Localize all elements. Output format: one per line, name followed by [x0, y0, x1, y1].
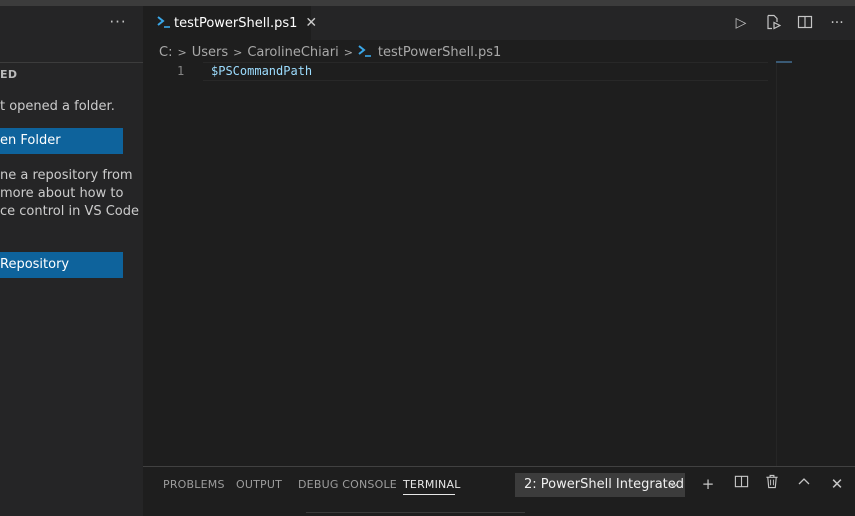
- tab-debug-console[interactable]: DEBUG CONSOLE: [298, 478, 397, 491]
- breadcrumb-file[interactable]: testPowerShell.ps1: [378, 45, 501, 60]
- tab-label: testPowerShell.ps1: [174, 15, 298, 31]
- tab-terminal[interactable]: TERMINAL: [403, 478, 461, 491]
- powershell-icon: [358, 44, 374, 60]
- run-selection-icon[interactable]: [763, 14, 783, 32]
- sidebar-more-actions-icon[interactable]: ···: [108, 13, 128, 31]
- clone-repository-button[interactable]: Repository: [0, 252, 123, 278]
- no-folder-message: t opened a folder.: [0, 99, 115, 114]
- terminal-selector-value: 2: PowerShell Integrated Console: [524, 477, 685, 492]
- minimap-slider[interactable]: [776, 61, 792, 63]
- terminal-area[interactable]: [306, 512, 525, 516]
- bottom-panel: PROBLEMS OUTPUT DEBUG CONSOLE TERMINAL 2…: [143, 466, 855, 516]
- breadcrumb-users[interactable]: Users: [192, 45, 228, 60]
- maximize-panel-icon[interactable]: [794, 474, 814, 494]
- split-terminal-icon[interactable]: [731, 474, 751, 494]
- close-panel-icon[interactable]: ✕: [827, 474, 847, 494]
- terminal-selector[interactable]: 2: PowerShell Integrated Console: [515, 473, 685, 497]
- breadcrumb-separator-icon: >: [177, 45, 187, 59]
- run-icon[interactable]: ▷: [731, 14, 751, 32]
- open-folder-button[interactable]: en Folder: [0, 128, 123, 154]
- more-actions-icon[interactable]: ···: [827, 14, 847, 32]
- code-line[interactable]: $PSCommandPath: [211, 64, 312, 78]
- explorer-sidebar: ··· ED t opened a folder. en Folder ne a…: [0, 6, 143, 516]
- active-tab-underline: [403, 494, 455, 495]
- clone-message-line-3: ce control in VS Code: [0, 204, 140, 219]
- trash-icon[interactable]: [762, 474, 782, 494]
- code-editor[interactable]: 1 $PSCommandPath: [143, 61, 855, 466]
- minimap[interactable]: [776, 62, 777, 466]
- clone-message-line-1: ne a repository from: [0, 168, 133, 183]
- tab-output[interactable]: OUTPUT: [236, 478, 282, 491]
- breadcrumb: C: > Users > CarolineChiari > testPowerS…: [159, 42, 501, 62]
- close-tab-icon[interactable]: ✕: [305, 15, 317, 31]
- breadcrumb-drive[interactable]: C:: [159, 45, 172, 60]
- powershell-icon: [157, 15, 171, 31]
- chevron-down-icon: [669, 473, 679, 497]
- new-terminal-icon[interactable]: +: [698, 474, 718, 494]
- breadcrumb-user-folder[interactable]: CarolineChiari: [247, 45, 338, 60]
- breadcrumb-separator-icon: >: [343, 45, 353, 59]
- editor-tab-bar: testPowerShell.ps1 ✕ ▷ ···: [143, 6, 855, 40]
- sidebar-divider: [0, 62, 143, 63]
- sidebar-section-header[interactable]: ED: [0, 68, 17, 81]
- clone-message-line-2[interactable]: more about how to: [0, 185, 123, 203]
- tab-testpowershell[interactable]: testPowerShell.ps1 ✕: [143, 6, 317, 40]
- breadcrumb-separator-icon: >: [233, 45, 243, 59]
- split-editor-icon[interactable]: [795, 14, 815, 32]
- line-number: 1: [177, 64, 185, 78]
- tab-problems[interactable]: PROBLEMS: [163, 478, 225, 491]
